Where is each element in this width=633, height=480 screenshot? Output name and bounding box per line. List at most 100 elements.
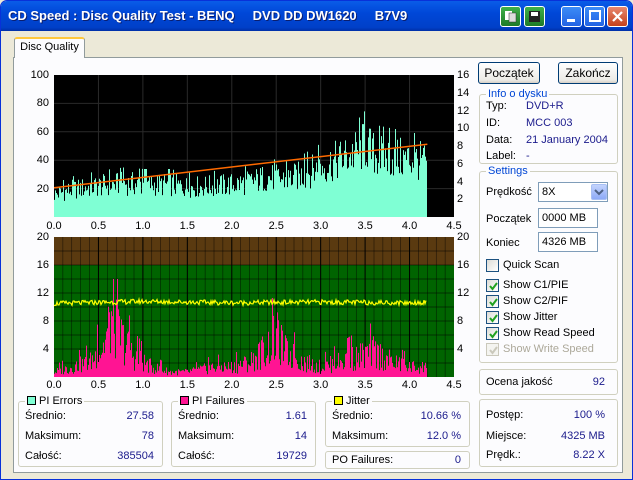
quick-scan-checkbox[interactable] xyxy=(486,259,499,272)
close-icon[interactable] xyxy=(607,6,628,27)
pif-y-tick-right: 4 xyxy=(457,343,464,355)
position-label: Miejsce: xyxy=(486,430,527,442)
pi-failures-total-label: Całość: xyxy=(178,450,215,462)
disc-label-label: Label: xyxy=(486,150,516,162)
pif-x-tick: 0.0 xyxy=(46,379,62,391)
save-icon[interactable] xyxy=(524,6,545,27)
pi-failures-avg: 1.61 xyxy=(285,410,307,422)
quality-label: Ocena jakość xyxy=(486,376,553,388)
disc-info-title: Info o dysku xyxy=(486,88,550,100)
pif-x-tick: 4.0 xyxy=(401,379,418,391)
settings-title: Settings xyxy=(486,165,530,177)
end-mb-input[interactable]: 4326 MB xyxy=(538,232,598,252)
jitter-swatch xyxy=(334,396,343,405)
pi-failures-title: PI Failures xyxy=(178,395,247,407)
title-bar[interactable]: CD Speed : Disc Quality Test - BENQ DVD … xyxy=(1,1,632,31)
quality-value: 92 xyxy=(592,376,605,388)
pi-errors-max-label: Maksimum: xyxy=(25,430,82,442)
show-c1-label: Show C1/PIE xyxy=(503,279,569,291)
tab-label: Disc Quality xyxy=(20,41,79,53)
end-mb-label: Koniec xyxy=(486,237,520,249)
disc-date-value: 21 January 2004 xyxy=(526,134,608,146)
pi-errors-title-text: PI Errors xyxy=(39,395,83,407)
pi-failures-title-text: PI Failures xyxy=(192,395,245,407)
pif-y-tick-left: 20 xyxy=(36,231,49,243)
pie-x-tick: 2.0 xyxy=(224,220,240,232)
copy-icon[interactable] xyxy=(500,6,521,27)
pie-x-tick: 3.0 xyxy=(313,220,329,232)
jitter-title-text: Jitter xyxy=(346,395,370,407)
pif-y-tick-left: 16 xyxy=(36,259,49,271)
pi-errors-avg: 27.58 xyxy=(126,410,154,422)
pie-x-tick: 2.5 xyxy=(268,220,284,232)
maximize-icon[interactable] xyxy=(584,6,605,27)
position-value: 4325 MB xyxy=(560,430,605,442)
pi-failures-chart xyxy=(53,237,454,377)
pie-y-tick-right: 16 xyxy=(457,69,470,81)
pi-failures-max-label: Maksimum: xyxy=(178,430,235,442)
show-c2-label: Show C2/PIF xyxy=(503,295,568,307)
jitter-max-label: Maksimum: xyxy=(332,430,389,442)
pif-x-tick: 1.0 xyxy=(135,379,151,391)
pi-errors-max: 78 xyxy=(141,430,154,442)
pie-x-tick: 0.5 xyxy=(90,220,107,232)
show-c1-checkbox[interactable] xyxy=(486,279,499,292)
pif-y-tick-right: 20 xyxy=(457,231,470,243)
end-button[interactable]: Zakończ xyxy=(558,62,618,84)
pif-y-tick-right: 8 xyxy=(457,315,464,327)
pif-x-tick: 2.0 xyxy=(224,379,240,391)
pif-y-tick-left: 12 xyxy=(36,287,49,299)
pif-y-tick-right: 16 xyxy=(457,259,470,271)
show-write-label: Show Write Speed xyxy=(503,343,594,355)
pi-errors-chart xyxy=(53,75,454,217)
pif-y-tick-left: 4 xyxy=(42,343,49,355)
show-read-checkbox[interactable] xyxy=(486,327,499,340)
disc-type-value: DVD+R xyxy=(526,100,564,112)
start-button[interactable]: Początek xyxy=(478,62,540,84)
pi-errors-total: 385504 xyxy=(117,450,154,462)
pif-y-tick-right: 12 xyxy=(457,287,470,299)
pi-failures-swatch xyxy=(180,396,189,405)
chevron-down-icon[interactable] xyxy=(591,184,607,200)
pie-y-tick-right: 10 xyxy=(457,122,470,135)
disc-type-label: Typ: xyxy=(486,100,507,112)
start-mb-input[interactable]: 0000 MB xyxy=(538,208,598,228)
progress-label: Postęp: xyxy=(486,409,524,421)
pie-y-tick-right: 8 xyxy=(457,140,464,152)
progress-value: 100 % xyxy=(573,409,605,421)
show-read-label: Show Read Speed xyxy=(503,327,595,339)
pif-x-tick: 3.5 xyxy=(357,379,373,391)
jitter-avg: 10.66 % xyxy=(420,410,461,422)
jitter-title: Jitter xyxy=(332,395,372,407)
pi-failures-max: 14 xyxy=(294,430,307,442)
minimize-icon[interactable] xyxy=(561,6,582,27)
show-c2-checkbox[interactable] xyxy=(486,295,499,308)
window-title: CD Speed : Disc Quality Test - BENQ DVD … xyxy=(8,8,408,23)
pie-y-tick-left: 80 xyxy=(36,97,49,110)
pie-y-tick-right: 4 xyxy=(457,175,464,188)
pie-y-tick-left: 100 xyxy=(30,69,49,81)
pif-x-tick: 0.5 xyxy=(90,379,107,391)
pie-y-tick-right: 6 xyxy=(457,157,464,170)
disc-id-value: MCC 003 xyxy=(526,117,573,129)
tab-disc-quality[interactable]: Disc Quality xyxy=(14,37,85,58)
pi-errors-title: PI Errors xyxy=(25,395,85,407)
po-failures-label: PO Failures: xyxy=(332,454,394,466)
disc-label-value: - xyxy=(526,150,530,162)
pie-x-tick: 3.5 xyxy=(357,220,373,232)
pie-y-tick-left: 60 xyxy=(36,125,49,138)
pi-failures-avg-label: Średnio: xyxy=(178,410,219,422)
pie-x-tick: 4.0 xyxy=(401,220,418,232)
speed-select-value: 8X xyxy=(542,186,556,198)
pif-x-tick: 1.5 xyxy=(179,379,195,391)
show-write-checkbox xyxy=(486,343,499,356)
pif-x-tick: 2.5 xyxy=(268,379,284,391)
show-jitter-checkbox[interactable] xyxy=(486,311,499,324)
jitter-avg-label: Średnio: xyxy=(332,410,373,422)
pie-y-tick-right: 14 xyxy=(457,86,470,99)
pif-y-tick-left: 8 xyxy=(42,315,49,327)
pi-errors-avg-label: Średnio: xyxy=(25,410,66,422)
po-failures-value: 0 xyxy=(454,454,461,466)
pif-x-tick: 4.5 xyxy=(446,379,462,391)
disc-id-label: ID: xyxy=(486,117,501,129)
